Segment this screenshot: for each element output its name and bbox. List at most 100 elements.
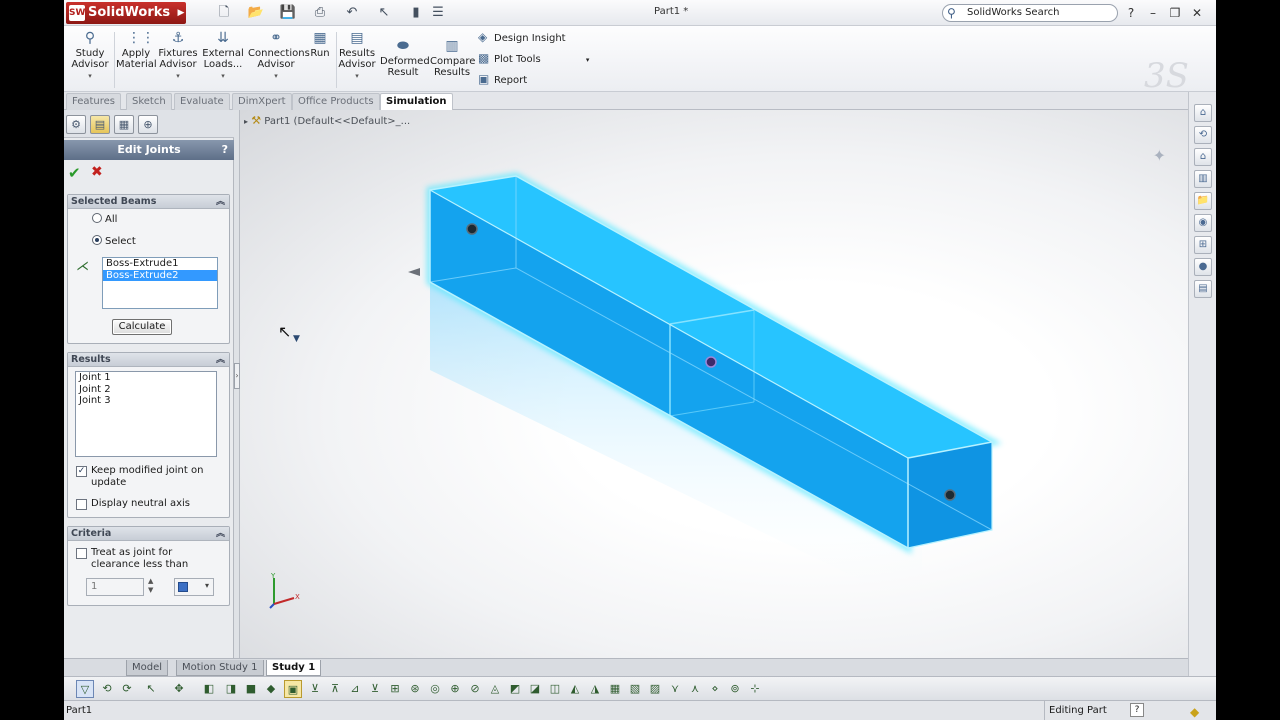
toolbar-icon-25[interactable]: ▧ — [626, 680, 644, 698]
dimxpert-manager-tab-icon[interactable]: ⊕ — [138, 115, 158, 134]
toolbar-icon-5[interactable]: ◨ — [222, 680, 240, 698]
library-icon[interactable]: ▥ — [1194, 170, 1212, 188]
graphics-area[interactable]: ▸ ⚒ Part1 (Default<<Default>_... ↖ ▼ Y X… — [240, 110, 1188, 658]
select-pointer-icon[interactable]: ↖ — [142, 680, 160, 698]
tab-model[interactable]: Model — [126, 660, 169, 676]
toolbar-icon-3[interactable]: ✥ — [170, 680, 188, 698]
toolbar-icon-13[interactable]: ⊞ — [386, 680, 404, 698]
beam-list[interactable]: Boss-Extrude1 Boss-Extrude2 — [102, 257, 218, 309]
radio-select[interactable]: Select — [92, 235, 136, 249]
fixtures-advisor-button[interactable]: ⚓ Fixtures Advisor ▾ — [158, 30, 198, 82]
tab-study-1[interactable]: Study 1 — [266, 660, 322, 676]
options-icon[interactable]: ☰ — [428, 4, 448, 22]
apply-material-button[interactable]: ⋮⋮ Apply Material — [116, 30, 157, 70]
tab-sketch[interactable]: Sketch — [126, 93, 172, 110]
spinner-arrows-icon[interactable]: ▲ ▼ — [148, 577, 153, 595]
toolbar-icon-10[interactable]: ⊼ — [326, 680, 344, 698]
close-button[interactable]: ✕ — [1188, 4, 1206, 22]
toolbar-icon-2[interactable]: ⟳ — [118, 680, 136, 698]
solidworks-menu-button[interactable]: SW SolidWorks — [66, 2, 186, 24]
keep-modified-joint-checkbox[interactable]: ✓ Keep modified joint on update — [76, 465, 203, 488]
results-advisor-button[interactable]: ▤ Results Advisor ▾ — [338, 30, 376, 82]
rebuild-status-icon[interactable]: ◆ — [1190, 703, 1199, 720]
report-button[interactable]: ▣ Report — [478, 70, 527, 88]
tab-motion-study[interactable]: Motion Study 1 — [176, 660, 264, 676]
restore-button[interactable]: ❐ — [1166, 4, 1184, 22]
toolbar-icon-7[interactable]: ◆ — [262, 680, 280, 698]
custom-properties-icon[interactable]: ▤ — [1194, 280, 1212, 298]
status-help-icon[interactable]: ? — [1130, 703, 1144, 717]
pm-help-icon[interactable]: ? — [222, 140, 228, 160]
new-document-icon[interactable]: 🗋 — [214, 4, 234, 22]
toolbar-icon-11[interactable]: ⊿ — [346, 680, 364, 698]
toolbar-icon-16[interactable]: ⊕ — [446, 680, 464, 698]
search-results-icon[interactable]: ◉ — [1194, 214, 1212, 232]
run-button[interactable]: ▦ Run — [308, 30, 332, 59]
tab-simulation[interactable]: Simulation — [380, 93, 453, 110]
file-explorer-icon[interactable]: 📁 — [1194, 192, 1212, 210]
toolbar-icon-24[interactable]: ▦ — [606, 680, 624, 698]
filter-icon[interactable]: ▽ — [76, 680, 94, 698]
list-item-selected[interactable]: Boss-Extrude2 — [103, 269, 217, 281]
pane-pin-icon[interactable]: ⟲ — [1194, 126, 1212, 144]
toolbar-icon-1[interactable]: ⟲ — [98, 680, 116, 698]
toolbar-icon-20[interactable]: ◪ — [526, 680, 544, 698]
open-icon[interactable]: 📂 — [246, 4, 266, 22]
toolbar-icon-4[interactable]: ◧ — [200, 680, 218, 698]
help-button[interactable]: ? — [1122, 4, 1140, 22]
appearances-icon[interactable]: ● — [1194, 258, 1212, 276]
toolbar-icon-9[interactable]: ⊻ — [306, 680, 324, 698]
deformed-result-button[interactable]: ⬬ Deformed Result — [380, 38, 430, 78]
list-item[interactable]: Joint 3 — [76, 395, 216, 407]
toolbar-icon-19[interactable]: ◩ — [506, 680, 524, 698]
toolbar-icon-22[interactable]: ◭ — [566, 680, 584, 698]
save-icon[interactable]: 💾 — [278, 4, 298, 22]
cancel-x-icon[interactable]: ✖ — [91, 164, 103, 180]
toolbar-icon-18[interactable]: ◬ — [486, 680, 504, 698]
toolbar-icon-6[interactable]: ■ — [242, 680, 260, 698]
undo-icon[interactable]: ↶ — [342, 4, 362, 22]
menu-arrow-icon[interactable]: ▶ — [176, 2, 186, 24]
collapse-icon[interactable]: ︽ — [216, 527, 225, 541]
tab-evaluate[interactable]: Evaluate — [174, 93, 230, 110]
treat-as-joint-checkbox[interactable]: Treat as joint for clearance less than — [76, 547, 188, 570]
calculate-button[interactable]: Calculate — [112, 319, 172, 335]
study-advisor-button[interactable]: ⚲ Study Advisor ▾ — [70, 30, 110, 82]
toolbar-icon-21[interactable]: ◫ — [546, 680, 564, 698]
joint-marker[interactable] — [705, 356, 717, 368]
toolbar-icon-8[interactable]: ▣ — [284, 680, 302, 698]
connections-advisor-button[interactable]: ⚭ Connections Advisor ▾ — [248, 30, 310, 82]
collapse-icon[interactable]: ︽ — [216, 195, 225, 209]
toolbar-icon-28[interactable]: ⋏ — [686, 680, 704, 698]
group-header[interactable]: Results ︽ — [68, 353, 229, 367]
rebuild-icon[interactable]: ▮ — [406, 4, 426, 22]
joint-marker[interactable] — [466, 223, 478, 235]
toolbar-icon-14[interactable]: ⊛ — [406, 680, 424, 698]
group-header[interactable]: Criteria ︽ — [68, 527, 229, 541]
list-item[interactable]: Joint 1 — [76, 372, 216, 384]
toolbar-icon-12[interactable]: ⊻ — [366, 680, 384, 698]
print-icon[interactable]: ⎙ — [310, 4, 330, 22]
configuration-manager-tab-icon[interactable]: ▦ — [114, 115, 134, 134]
feature-manager-tab-icon[interactable]: ⚙ — [66, 115, 86, 134]
toolbar-icon-23[interactable]: ◮ — [586, 680, 604, 698]
toolbar-icon-15[interactable]: ◎ — [426, 680, 444, 698]
minimize-button[interactable]: – — [1144, 4, 1162, 22]
toolbar-icon-31[interactable]: ⊹ — [746, 680, 764, 698]
external-loads-button[interactable]: ⇊ External Loads... ▾ — [202, 30, 244, 82]
design-insight-button[interactable]: ◈ Design Insight — [478, 28, 566, 46]
joint-marker[interactable] — [944, 489, 956, 501]
toolbar-icon-30[interactable]: ⊚ — [726, 680, 744, 698]
search-input[interactable]: ⚲ SolidWorks Search — [942, 4, 1118, 22]
list-item[interactable]: Joint 2 — [76, 384, 216, 396]
tab-dimxpert[interactable]: DimXpert — [232, 93, 292, 110]
pane-collapse-icon[interactable]: ⌂ — [1194, 104, 1212, 122]
list-item[interactable]: Boss-Extrude1 — [103, 258, 217, 270]
view-palette-icon[interactable]: ⊞ — [1194, 236, 1212, 254]
radio-all[interactable]: All — [92, 213, 117, 227]
select-icon[interactable]: ↖ — [374, 4, 394, 22]
joint-results-list[interactable]: Joint 1 Joint 2 Joint 3 — [75, 371, 217, 457]
tab-office-products[interactable]: Office Products — [292, 93, 380, 110]
units-dropdown[interactable]: ▾ — [174, 578, 214, 596]
collapse-icon[interactable]: ︽ — [216, 353, 225, 367]
